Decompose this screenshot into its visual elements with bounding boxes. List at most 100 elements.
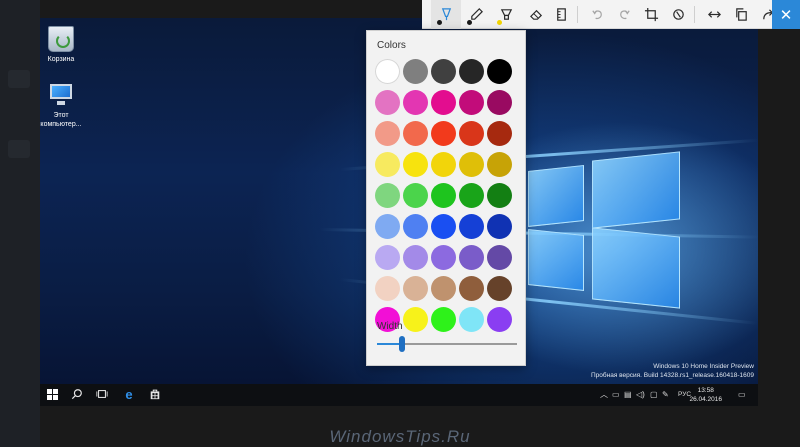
- windows-logo-pane: [528, 165, 584, 227]
- width-slider-thumb[interactable]: [399, 336, 406, 352]
- color-swatch[interactable]: [487, 121, 512, 146]
- message-icon[interactable]: ▢: [650, 389, 658, 401]
- crop-icon: [644, 7, 658, 22]
- color-swatch[interactable]: [375, 152, 400, 177]
- color-swatch[interactable]: [487, 59, 512, 84]
- background-icon: [8, 70, 30, 88]
- color-swatch-grid: [375, 59, 519, 332]
- os-build-watermark: Windows 10 Home Insider Preview Пробная …: [591, 362, 754, 380]
- pen-color-dot: [437, 20, 442, 25]
- color-swatch[interactable]: [487, 307, 512, 332]
- color-swatch[interactable]: [403, 121, 428, 146]
- color-swatch[interactable]: [431, 245, 456, 270]
- touch-writing-button[interactable]: [663, 0, 693, 29]
- color-swatch[interactable]: [431, 183, 456, 208]
- color-swatch[interactable]: [375, 214, 400, 239]
- color-swatch[interactable]: [459, 152, 484, 177]
- color-swatch[interactable]: [431, 121, 456, 146]
- full-screen-button[interactable]: [699, 0, 729, 29]
- color-swatch[interactable]: [375, 183, 400, 208]
- highlighter-color-dot: [497, 20, 502, 25]
- color-swatch[interactable]: [375, 90, 400, 115]
- color-swatch[interactable]: [403, 245, 428, 270]
- ruler-icon: [556, 8, 566, 21]
- network-icon[interactable]: ▤: [624, 389, 632, 401]
- color-swatch[interactable]: [431, 59, 456, 84]
- desktop-icon-label: Корзина: [47, 56, 75, 63]
- color-swatch[interactable]: [403, 183, 428, 208]
- color-swatch[interactable]: [487, 183, 512, 208]
- toolbar-separator: [694, 6, 695, 23]
- color-swatch[interactable]: [487, 276, 512, 301]
- clock-date: 26.04.2016: [689, 396, 722, 403]
- color-swatch[interactable]: [403, 214, 428, 239]
- edge-browser-icon[interactable]: e: [122, 388, 136, 402]
- close-icon: ✕: [779, 6, 793, 24]
- colors-heading: Colors: [377, 40, 406, 51]
- search-icon[interactable]: [70, 388, 84, 402]
- this-pc-shortcut[interactable]: Этот компьютер...: [40, 82, 86, 129]
- redo-icon: [619, 10, 630, 20]
- color-swatch[interactable]: [431, 307, 456, 332]
- color-swatch[interactable]: [403, 152, 428, 177]
- volume-icon[interactable]: ◁): [636, 389, 645, 401]
- crop-button[interactable]: [636, 0, 666, 29]
- color-swatch[interactable]: [403, 307, 428, 332]
- recycle-bin-shortcut[interactable]: Корзина: [40, 26, 86, 64]
- windows-logo-pane: [528, 229, 584, 291]
- clock-time: 13:58: [697, 387, 714, 394]
- os-edition-text: Windows 10 Home Insider Preview: [653, 363, 754, 370]
- color-swatch[interactable]: [459, 183, 484, 208]
- action-center-icon[interactable]: ▭: [738, 389, 746, 401]
- highlighter-button[interactable]: [491, 0, 521, 29]
- color-swatch[interactable]: [431, 90, 456, 115]
- color-swatch[interactable]: [459, 307, 484, 332]
- ballpoint-pen-button[interactable]: [431, 0, 461, 29]
- color-swatch[interactable]: [403, 90, 428, 115]
- color-swatch[interactable]: [459, 245, 484, 270]
- store-icon[interactable]: [148, 388, 162, 402]
- pencil-button[interactable]: [461, 0, 491, 29]
- recycle-bin-icon: [48, 26, 74, 52]
- color-swatch[interactable]: [375, 245, 400, 270]
- color-swatch[interactable]: [487, 214, 512, 239]
- taskbar: e ︿ ▭ ▤ ◁) ▢ ✎ РУС 13:58 26.04.2016 ▭: [40, 384, 758, 406]
- width-slider[interactable]: [377, 336, 517, 352]
- color-swatch[interactable]: [459, 59, 484, 84]
- clock[interactable]: 13:58 26.04.2016: [689, 386, 722, 404]
- chevron-up-icon[interactable]: ︿: [600, 389, 608, 401]
- color-swatch[interactable]: [487, 245, 512, 270]
- pen-workspace-icon[interactable]: ✎: [662, 389, 669, 401]
- color-swatch[interactable]: [403, 276, 428, 301]
- task-view-icon[interactable]: [95, 388, 109, 402]
- windows-logo-pane: [592, 227, 680, 309]
- touch-writing-icon: [672, 9, 684, 20]
- close-button[interactable]: ✕: [772, 0, 800, 29]
- color-swatch[interactable]: [431, 214, 456, 239]
- computer-icon: [48, 82, 74, 108]
- color-swatch[interactable]: [375, 121, 400, 146]
- toolbar-separator: [577, 6, 578, 23]
- color-swatch[interactable]: [375, 276, 400, 301]
- color-swatch[interactable]: [487, 152, 512, 177]
- color-swatch[interactable]: [403, 59, 428, 84]
- color-swatch[interactable]: [459, 276, 484, 301]
- color-swatch[interactable]: [487, 90, 512, 115]
- color-swatch[interactable]: [431, 152, 456, 177]
- desktop-icon-label: Этот компьютер...: [40, 112, 82, 128]
- color-swatch[interactable]: [459, 121, 484, 146]
- color-swatch[interactable]: [431, 276, 456, 301]
- battery-icon[interactable]: ▭: [612, 389, 620, 401]
- copy-button[interactable]: [726, 0, 756, 29]
- color-swatch[interactable]: [459, 214, 484, 239]
- color-swatch[interactable]: [375, 59, 400, 84]
- full-screen-icon: [707, 11, 721, 18]
- undo-button[interactable]: [582, 0, 612, 29]
- start-button[interactable]: [46, 388, 60, 402]
- color-swatch[interactable]: [459, 90, 484, 115]
- site-watermark: WindowsTips.Ru: [329, 427, 471, 446]
- system-tray: ︿ ▭ ▤ ◁) ▢ ✎ РУС 13:58 26.04.2016 ▭: [598, 384, 758, 406]
- copy-icon: [735, 8, 747, 21]
- ruler-button[interactable]: [546, 0, 576, 29]
- redo-button[interactable]: [609, 0, 639, 29]
